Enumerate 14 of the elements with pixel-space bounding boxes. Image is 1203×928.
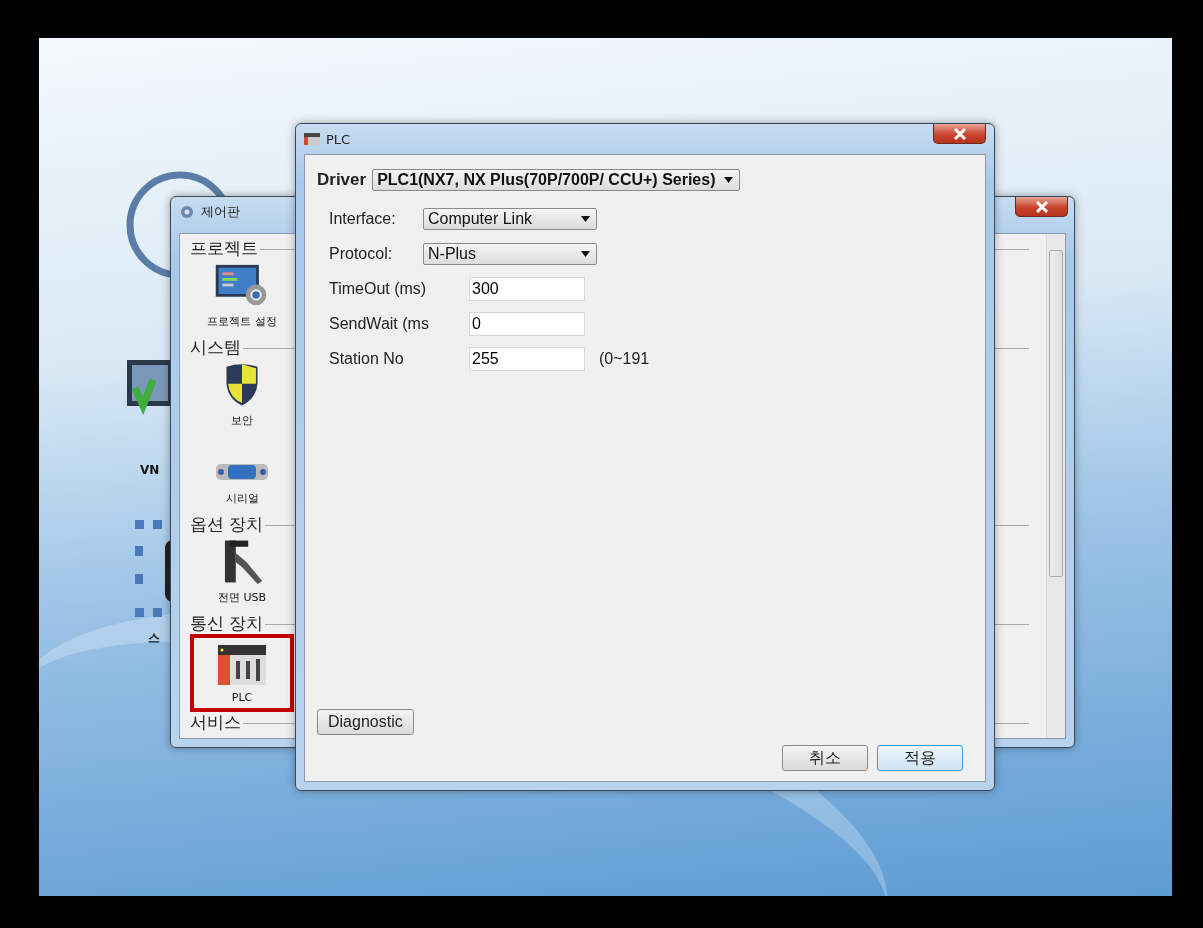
section-heading: 프로젝트	[190, 237, 258, 260]
window-title: 제어판	[201, 203, 240, 221]
section-heading: 시스템	[190, 336, 241, 359]
driver-label: Driver	[317, 170, 367, 190]
section-heading: 통신 장치	[190, 612, 264, 635]
field-label: Protocol:	[329, 245, 394, 263]
field-label: TimeOut (ms)	[329, 280, 428, 298]
section-heading: 옵션 장치	[190, 513, 264, 536]
range-hint: (0~191	[599, 350, 650, 368]
field-label: SendWait (ms	[329, 315, 430, 333]
section-heading: 서비스	[190, 711, 241, 734]
window-title: PLC	[326, 131, 351, 147]
field-label: Interface:	[329, 210, 397, 228]
field-label: Station No	[329, 350, 405, 368]
